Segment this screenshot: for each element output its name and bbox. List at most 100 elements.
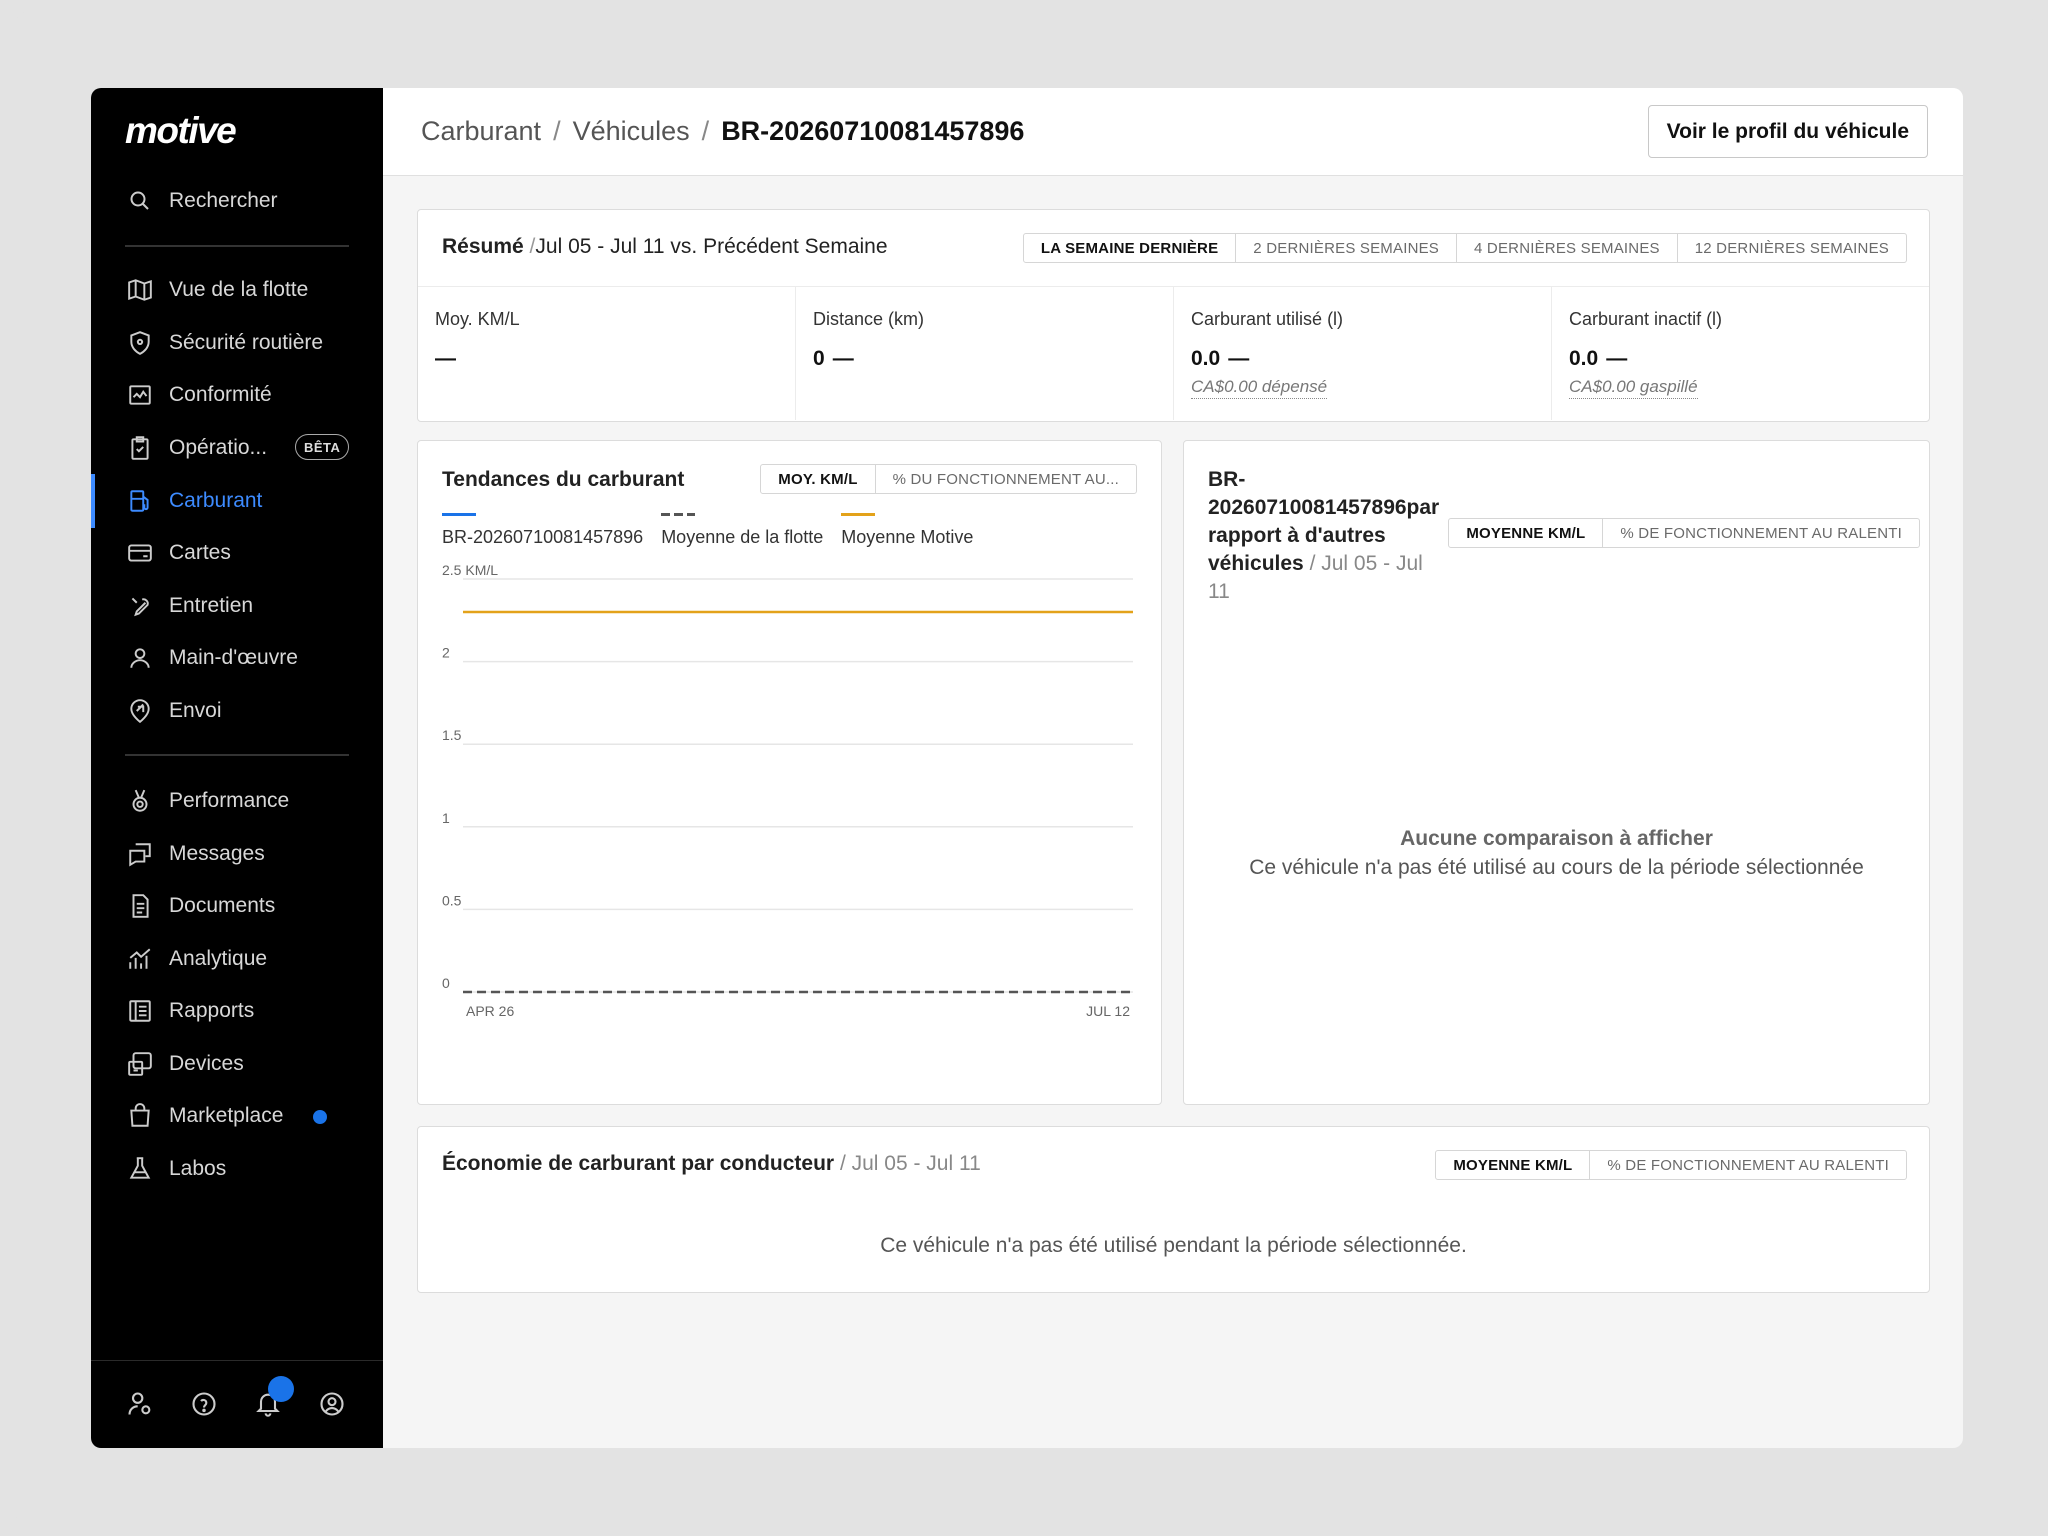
sidebar-item-fleet-view[interactable]: Vue de la flotte [125,270,365,310]
card-icon [125,538,155,568]
trends-metric-selector: MOY. KM/L % DU FONCTIONNEMENT AU... [760,464,1137,494]
page-header: Carburant / Véhicules / BR-2026071008145… [383,88,1963,176]
wrench-icon [125,591,155,621]
driver-economy-card: Économie de carburant par conducteur / J… [417,1126,1930,1293]
range-4-weeks[interactable]: 4 DERNIÈRES SEMAINES [1456,234,1677,262]
tab-avg-kml[interactable]: MOY. KM/L [761,465,874,493]
sidebar-item-maintenance[interactable]: Entretien [125,586,365,626]
range-selector: LA SEMAINE DERNIÈRE 2 DERNIÈRES SEMAINES… [1022,233,1907,263]
clipboard-check-icon [125,433,155,463]
fuel-pump-icon [125,486,155,516]
metric-label: Carburant inactif (l) [1569,309,1723,329]
tab-idle-percent[interactable]: % DE FONCTIONNEMENT AU RALENTI [1589,1151,1906,1179]
legend-motive[interactable]: Moyenne Motive [841,513,973,548]
sidebar-item-dispatch[interactable]: Envoi [125,691,365,731]
sidebar-item-cards[interactable]: Cartes [125,533,365,573]
y-tick-label: 0 [442,975,450,991]
legend-vehicle[interactable]: BR-20260710081457896 [442,513,643,548]
sidebar-label: Messages [169,842,265,865]
summary-heading: Résumé /Jul 05 - Jul 11 vs. Précédent Se… [442,235,888,258]
legend-fleet[interactable]: Moyenne de la flotte [661,513,823,548]
fuel-cost[interactable]: CA$0.00 dépensé [1191,377,1328,399]
sidebar-item-labs[interactable]: Labos [125,1149,365,1189]
economy-period: / Jul 05 - Jul 11 [839,1152,981,1175]
metric-label: Distance (km) [813,309,925,329]
sidebar-label: Entretien [169,594,254,617]
sidebar-item-workforce[interactable]: Main-d'œuvre [125,638,365,678]
empty-state-title: Aucune comparaison à afficher [1400,827,1713,850]
comparison-metric-selector: MOYENNE KM/L % DE FONCTIONNEMENT AU RALE… [1448,518,1920,548]
economy-metric-selector: MOYENNE KM/L % DE FONCTIONNEMENT AU RALE… [1435,1150,1907,1180]
person-icon [125,643,155,673]
motive-logo[interactable]: motive [125,110,237,152]
app-window: motive Rechercher Vue de la flotte Sécur… [91,88,1963,1448]
range-last-week[interactable]: LA SEMAINE DERNIÈRE [1024,234,1235,262]
economy-heading: Économie de carburant par conducteur / J… [442,1152,981,1176]
search-button[interactable]: Rechercher [125,181,365,221]
y-tick-label: 1 [442,810,450,826]
metric-delta: — [1228,347,1250,370]
analytics-icon [125,944,155,974]
breadcrumb: Carburant / Véhicules / BR-2026071008145… [421,116,1024,147]
sidebar-item-road-safety[interactable]: Sécurité routière [125,323,365,363]
devices-icon [125,1049,155,1079]
help-icon[interactable] [188,1388,220,1420]
empty-state-text: Ce véhicule n'a pas été utilisé au cours… [1249,856,1864,879]
tab-avg-kml[interactable]: MOYENNE KM/L [1436,1151,1589,1179]
tab-idle-percent[interactable]: % DE FONCTIONNEMENT AU RALENTI [1602,519,1919,547]
account-icon[interactable] [316,1388,348,1420]
metric-idle-fuel: Carburant inactif (l) 0.0— CA$0.00 gaspi… [1551,287,1929,420]
metric-value: — [435,347,456,370]
y-tick-label: 2.5 KM/L [442,562,498,578]
user-settings-icon[interactable] [124,1388,156,1420]
compliance-icon [125,380,155,410]
sidebar-item-marketplace[interactable]: Marketplace [125,1096,365,1136]
sidebar-item-compliance[interactable]: Conformité [125,375,365,415]
sidebar-item-documents[interactable]: Documents [125,886,365,926]
sidebar-item-fuel[interactable]: Carburant [125,481,365,521]
metric-avg-kml: Moy. KM/L — [418,287,795,420]
economy-empty-text: Ce véhicule n'a pas été utilisé pendant … [880,1234,1467,1257]
comparison-heading: BR- 20260710081457896par rapport à d'aut… [1208,466,1478,606]
x-tick-label: JUL 12 [1086,1003,1130,1019]
comparison-title-line: véhicules [1208,552,1304,575]
legend-swatch [661,513,696,516]
comparison-title-line: rapport à d'autres [1208,524,1386,547]
tab-avg-kml[interactable]: MOYENNE KM/L [1449,519,1602,547]
range-12-weeks[interactable]: 12 DERNIÈRES SEMAINES [1676,234,1906,262]
legend-swatch [841,513,876,516]
range-2-weeks[interactable]: 2 DERNIÈRES SEMAINES [1235,234,1456,262]
sidebar-item-devices[interactable]: Devices [125,1044,365,1084]
sidebar-label: Envoi [169,699,222,722]
tab-idle-percent[interactable]: % DU FONCTIONNEMENT AU... [874,465,1136,493]
y-tick-label: 2 [442,645,450,661]
sidebar: motive Rechercher Vue de la flotte Sécur… [91,88,383,1448]
comparison-card: BR- 20260710081457896par rapport à d'aut… [1183,440,1930,1105]
fuel-trends-card: Tendances du carburant MOY. KM/L % DU FO… [417,440,1162,1105]
sidebar-label: Opératio... [169,436,268,459]
sidebar-item-performance[interactable]: Performance [125,781,365,821]
sidebar-label: Marketplace [169,1104,284,1127]
view-vehicle-profile-button[interactable]: Voir le profil du véhicule [1647,105,1928,158]
device-frame: motive Rechercher Vue de la flotte Sécur… [0,0,2048,1536]
breadcrumb-fuel[interactable]: Carburant [421,116,541,147]
metric-distance: Distance (km) 0— [795,287,1173,420]
comparison-title-line: BR- [1208,468,1246,491]
sidebar-item-messages[interactable]: Messages [125,834,365,874]
metric-value: 0.0— [1569,347,1628,370]
comparison-title-line: 20260710081457896par [1208,496,1440,519]
shopping-bag-icon [125,1101,155,1131]
metric-value: 0— [813,347,854,370]
idle-cost[interactable]: CA$0.00 gaspillé [1569,377,1698,399]
metric-label: Moy. KM/L [435,309,520,329]
sidebar-label: Performance [169,789,290,812]
comparison-period: / Jul 05 - Jul [1309,552,1423,575]
sidebar-item-reports[interactable]: Rapports [125,991,365,1031]
breadcrumb-vehicles[interactable]: Véhicules [573,116,690,147]
document-icon [125,891,155,921]
sidebar-label: Analytique [169,947,268,970]
shield-icon [125,328,155,358]
metric-delta: — [832,347,854,370]
sidebar-item-analytics[interactable]: Analytique [125,939,365,979]
search-label: Rechercher [169,189,278,212]
